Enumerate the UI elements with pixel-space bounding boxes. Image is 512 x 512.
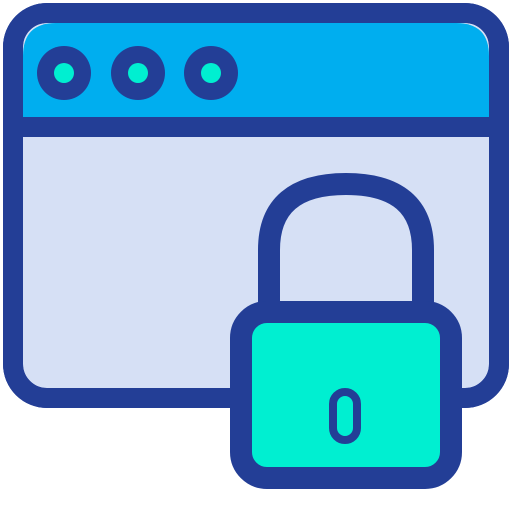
window-title-bar [23, 23, 489, 122]
window-dot-3 [184, 46, 238, 100]
window-controls [37, 46, 238, 100]
icon-canvas [0, 0, 512, 512]
keyhole-icon [329, 388, 361, 444]
window-dot-1 [37, 46, 91, 100]
secure-browser-window-lock-icon [3, 3, 509, 489]
window-dot-2 [111, 46, 165, 100]
